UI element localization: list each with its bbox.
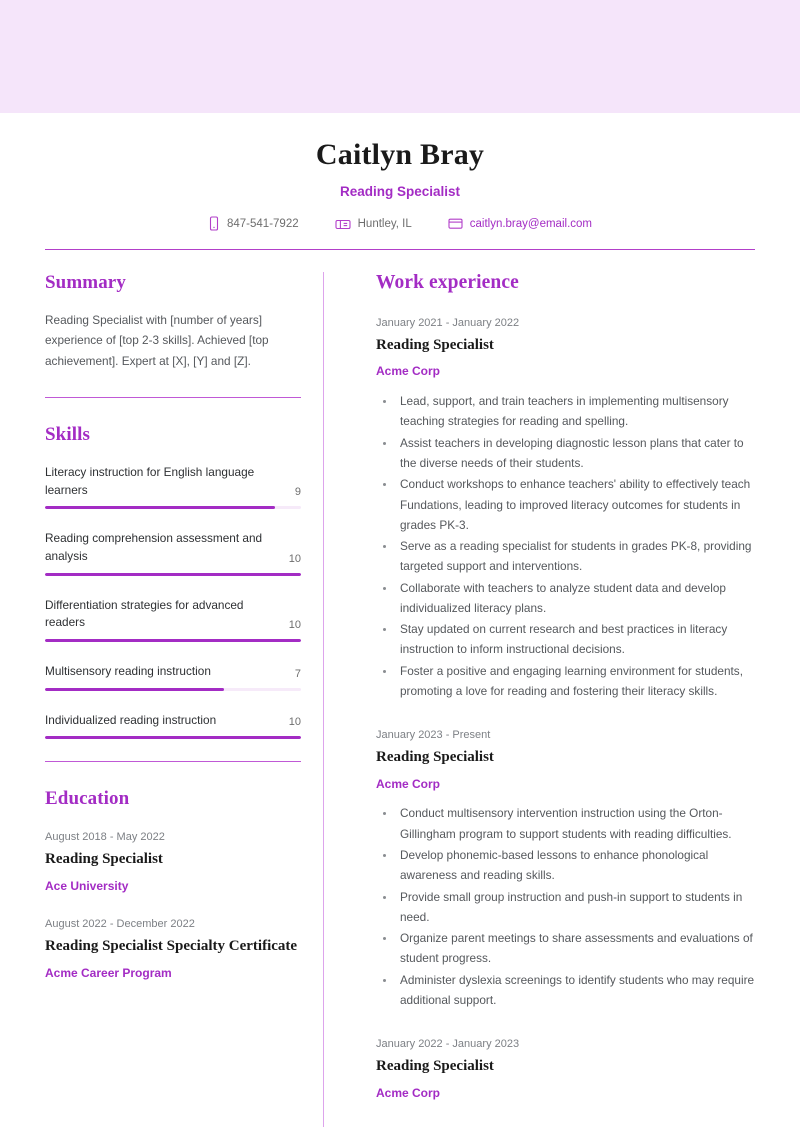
skill-rating-bar-fill [45, 736, 301, 740]
contact-phone: 847-541-7922 [208, 216, 299, 231]
job-bullet: Serve as a reading specialist for studen… [396, 536, 755, 577]
education-section-title: Education [45, 788, 130, 810]
right-column: Work experience January 2021 - January 2… [324, 272, 755, 1127]
skill-score: 9 [294, 486, 301, 499]
skill-score: 10 [288, 552, 301, 565]
job-date: January 2023 - Present [376, 729, 491, 742]
job-organization: Acme Corp [376, 1085, 441, 1100]
candidate-name: Caitlyn Bray [315, 138, 485, 171]
job-bullet: Organize parent meetings to share assess… [396, 928, 755, 969]
work-experience-section: Work experience January 2021 - January 2… [376, 272, 755, 1101]
skill-rating-bar-fill [45, 638, 301, 642]
education-entry: August 2018 - May 2022 Reading Specialist… [45, 829, 301, 894]
education-list: August 2018 - May 2022 Reading Specialist… [45, 829, 301, 981]
skill-rating-bar-fill [45, 572, 301, 576]
skill-rating-bar [45, 506, 301, 510]
skill-name: Differentiation strategies for advanced … [45, 597, 244, 630]
job-bullet-list: Lead, support, and train teachers in imp… [376, 391, 755, 701]
job-bullet: Develop phonemic-based lessons to enhanc… [396, 845, 755, 886]
education-date: August 2022 - December 2022 [45, 918, 195, 931]
contact-row: 847-541-7922 Huntley, IL caitlyn.bray@em… [45, 216, 755, 231]
top-decorative-banner [0, 0, 800, 113]
work-experience-entry: January 2022 - January 2023 Reading Speci… [376, 1036, 755, 1101]
skill-rating-bar [45, 736, 301, 740]
skills-list: Literacy instruction for English languag… [45, 464, 301, 740]
skill-score: 10 [288, 716, 301, 729]
job-bullet: Lead, support, and train teachers in imp… [396, 391, 755, 432]
summary-text: Reading Specialist with [number of years… [45, 313, 269, 368]
skill-name: Literacy instruction for English languag… [45, 464, 255, 497]
contact-email[interactable]: caitlyn.bray@email.com [448, 217, 592, 230]
skill-item: Multisensory reading instruction 7 [45, 663, 301, 691]
skill-rating-bar-fill [45, 687, 225, 691]
job-bullet: Assist teachers in developing diagnostic… [396, 433, 755, 474]
skill-rating-bar-fill [45, 506, 276, 510]
skill-score: 7 [294, 667, 301, 680]
education-organization: Ace University [45, 878, 129, 893]
work-experience-list: January 2021 - January 2022 Reading Speci… [376, 315, 755, 1101]
candidate-role: Reading Specialist [339, 184, 461, 199]
location-mailbox-icon [335, 217, 351, 231]
skill-name: Multisensory reading instruction [45, 663, 211, 678]
job-bullet: Conduct workshops to enhance teachers' a… [396, 474, 755, 535]
skill-item: Individualized reading instruction 10 [45, 712, 301, 740]
job-title: Reading Specialist [376, 748, 494, 765]
skills-section: Skills Literacy instruction for English … [45, 424, 301, 740]
job-bullet: Provide small group instruction and push… [396, 887, 755, 928]
job-organization: Acme Corp [376, 776, 441, 791]
skill-rating-bar [45, 572, 301, 576]
job-bullet: Stay updated on current research and bes… [396, 619, 755, 660]
job-date: January 2022 - January 2023 [376, 1038, 520, 1051]
skill-rating-bar [45, 638, 301, 642]
education-organization: Acme Career Program [45, 965, 172, 980]
work-experience-entry: January 2023 - Present Reading Specialist… [376, 727, 755, 1010]
work-experience-entry: January 2021 - January 2022 Reading Speci… [376, 315, 755, 701]
summary-section: Summary Reading Specialist with [number … [45, 272, 301, 371]
job-bullet: Collaborate with teachers to analyze stu… [396, 578, 755, 619]
section-divider-after-skills [45, 761, 301, 763]
job-bullet-list: Conduct multisensory intervention instru… [376, 803, 755, 1010]
education-title: Reading Specialist [45, 850, 163, 867]
contact-phone-text: 847-541-7922 [227, 217, 299, 230]
skills-section-title: Skills [45, 423, 90, 445]
education-entry: August 2022 - December 2022 Reading Speci… [45, 916, 301, 981]
resume-body: Summary Reading Specialist with [number … [0, 272, 800, 1128]
skill-item: Differentiation strategies for advanced … [45, 597, 301, 642]
job-title: Reading Specialist [376, 336, 494, 353]
work-experience-section-title: Work experience [376, 272, 519, 293]
job-date: January 2021 - January 2022 [376, 317, 520, 329]
job-bullet: Foster a positive and engaging learning … [396, 661, 755, 702]
skill-name: Individualized reading instruction [45, 712, 217, 727]
left-column: Summary Reading Specialist with [number … [45, 272, 323, 1127]
job-bullet: Administer dyslexia screenings to identi… [396, 970, 755, 1011]
summary-section-title: Summary [45, 272, 126, 293]
job-bullet: Conduct multisensory intervention instru… [396, 803, 755, 844]
skill-item: Reading comprehension assessment and ana… [45, 530, 301, 576]
job-organization: Acme Corp [376, 364, 441, 379]
job-title: Reading Specialist [376, 1057, 494, 1074]
skill-item: Literacy instruction for English languag… [45, 464, 301, 510]
skill-rating-bar [45, 687, 301, 691]
contact-location: Huntley, IL [335, 217, 412, 231]
section-divider-after-summary [45, 396, 301, 398]
contact-email-text[interactable]: caitlyn.bray@email.com [470, 218, 592, 230]
header-divider [45, 249, 755, 250]
phone-icon [208, 216, 220, 231]
envelope-icon [448, 217, 463, 230]
contact-location-text: Huntley, IL [357, 217, 412, 230]
education-date: August 2018 - May 2022 [45, 831, 165, 844]
skill-name: Reading comprehension assessment and ana… [45, 531, 263, 563]
education-section: Education August 2018 - May 2022 Reading … [45, 788, 301, 981]
skill-score: 10 [288, 618, 301, 631]
education-title: Reading Specialist Specialty Certificate [45, 937, 298, 954]
resume-header: Caitlyn Bray Reading Specialist 847-541-… [0, 113, 800, 231]
